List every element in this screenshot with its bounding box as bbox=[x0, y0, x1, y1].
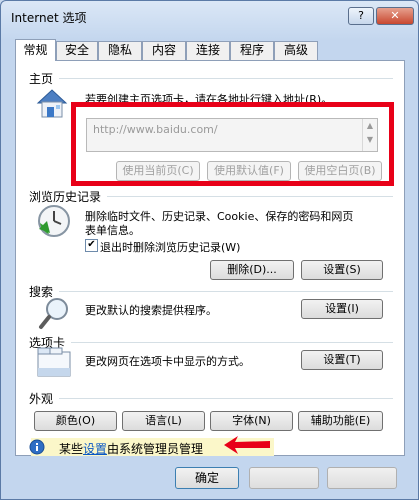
history-description-line2: 表单信息。 bbox=[85, 224, 140, 237]
fonts-button[interactable]: 字体(N) bbox=[210, 411, 293, 431]
history-settings-button[interactable]: 设置(S) bbox=[301, 260, 383, 280]
languages-button[interactable]: 语言(L) bbox=[122, 411, 205, 431]
home-divider bbox=[59, 78, 393, 79]
admin-info-suffix: 由系统管理员管理 bbox=[107, 442, 204, 456]
tab-programs[interactable]: 程序 bbox=[230, 41, 274, 60]
admin-info-prefix: 某些 bbox=[59, 442, 84, 456]
close-button[interactable]: ✕ bbox=[376, 7, 414, 25]
window-title: Internet 选项 bbox=[11, 11, 87, 25]
title-bar[interactable]: Internet 选项 ? ✕ bbox=[1, 1, 418, 35]
search-divider bbox=[59, 291, 393, 292]
delete-on-exit-checkbox[interactable]: ✔ bbox=[85, 239, 98, 252]
admin-settings-link[interactable]: 设置 bbox=[83, 442, 107, 456]
history-divider bbox=[107, 196, 393, 197]
search-settings-button[interactable]: 设置(I) bbox=[301, 299, 383, 319]
colors-button[interactable]: 颜色(O) bbox=[34, 411, 117, 431]
history-clock-icon bbox=[38, 205, 70, 237]
help-button[interactable]: ? bbox=[348, 7, 374, 25]
delete-history-button[interactable]: 删除(D)... bbox=[210, 260, 294, 280]
tabs-window-icon bbox=[37, 347, 71, 377]
tabs-settings-button[interactable]: 设置(T) bbox=[301, 350, 383, 370]
red-arrow-annotation bbox=[224, 436, 270, 454]
tabs-description: 更改网页在选项卡中显示的方式。 bbox=[85, 355, 250, 368]
red-highlight-box bbox=[71, 102, 394, 186]
appearance-divider bbox=[59, 398, 393, 399]
cancel-button[interactable] bbox=[249, 467, 319, 489]
house-icon bbox=[36, 89, 68, 118]
tabs-divider bbox=[71, 342, 393, 343]
internet-options-window: Internet 选项 ? ✕ 常规 安全 隐私 内容 连接 程序 高级 主页 … bbox=[0, 0, 419, 500]
tab-content[interactable]: 内容 bbox=[142, 41, 186, 60]
tab-security[interactable]: 安全 bbox=[56, 41, 98, 60]
info-icon bbox=[29, 439, 45, 455]
home-section-title: 主页 bbox=[29, 72, 54, 86]
ok-button[interactable]: 确定 bbox=[175, 467, 239, 489]
tab-advanced[interactable]: 高级 bbox=[274, 41, 318, 60]
delete-on-exit-label[interactable]: 退出时删除浏览历史记录(W) bbox=[100, 239, 240, 255]
apply-button[interactable] bbox=[327, 467, 397, 489]
magnifier-icon bbox=[39, 298, 68, 329]
appearance-section-title: 外观 bbox=[29, 392, 54, 406]
accessibility-button[interactable]: 辅助功能(E) bbox=[298, 411, 383, 431]
admin-info-text: 某些设置由系统管理员管理 bbox=[59, 440, 203, 457]
tab-connections[interactable]: 连接 bbox=[186, 41, 230, 60]
search-description: 更改默认的搜索提供程序。 bbox=[85, 304, 217, 317]
tab-privacy[interactable]: 隐私 bbox=[98, 41, 142, 60]
tab-general[interactable]: 常规 bbox=[15, 39, 56, 61]
